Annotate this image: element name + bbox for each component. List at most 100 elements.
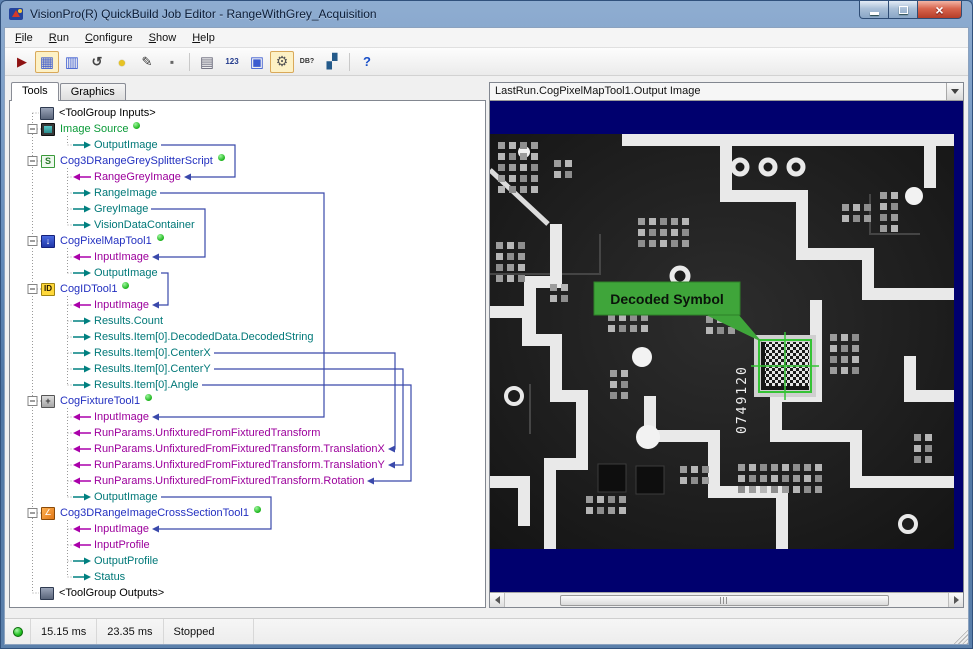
tree-item-toolgroup-outputs[interactable]: <ToolGroup Outputs>	[10, 585, 485, 601]
tree-item-label: CogIDTool1	[60, 283, 117, 295]
image-display[interactable]: 0749120 Decoded Symbol	[490, 101, 963, 592]
tree-item-inputprofile[interactable]: InputProfile	[10, 537, 485, 553]
tree-item-rangeimage[interactable]: RangeImage	[10, 185, 485, 201]
database-icon[interactable]	[295, 51, 319, 73]
run-time: 15.15 ms	[31, 619, 97, 644]
tree-item-labelwrap: CogPixelMapTool1	[60, 235, 164, 247]
tree-item-outputimage[interactable]: OutputImage	[10, 265, 485, 281]
tree-item-label: Results.Item[0].Angle	[94, 379, 199, 391]
chart-icon[interactable]	[320, 51, 344, 73]
tree-item-labelwrap: OutputImage	[94, 267, 158, 279]
dropdown-button[interactable]	[946, 83, 963, 100]
pen-icon[interactable]	[135, 51, 159, 73]
show-quickbuild-icon[interactable]	[35, 51, 59, 73]
tree-item-toolgroup-inputs[interactable]: <ToolGroup Inputs>	[10, 105, 485, 121]
tree-item-labelwrap: Results.Item[0].DecodedData.DecodedStrin…	[94, 331, 314, 343]
tree-item-runparams-unfixturedfromfixturedtransform[interactable]: RunParams.UnfixturedFromFixturedTransfor…	[10, 425, 485, 441]
step-icon[interactable]	[60, 51, 84, 73]
tree-item-label: InputImage	[94, 251, 149, 263]
tree-item-runparams-unfixturedfromfixturedtransform-translationy[interactable]: RunParams.UnfixturedFromFixturedTransfor…	[10, 457, 485, 473]
help-icon[interactable]	[355, 51, 379, 73]
tree-item-runparams-unfixturedfromfixturedtransform-rotation[interactable]: RunParams.UnfixturedFromFixturedTransfor…	[10, 473, 485, 489]
menu-bar: FileRunConfigureShowHelp	[5, 28, 968, 48]
reset-icon[interactable]	[85, 51, 109, 73]
tab-graphics[interactable]: Graphics	[60, 83, 126, 100]
tree-item-labelwrap: Results.Item[0].CenterY	[94, 363, 211, 375]
tree-item-image-source[interactable]: Image Source	[10, 121, 485, 137]
tree-item-labelwrap: <ToolGroup Inputs>	[59, 107, 156, 119]
image-source-label: LastRun.CogPixelMapTool1.Output Image	[490, 83, 946, 100]
minimize-icon	[870, 12, 879, 15]
tree-item-cogidtool1[interactable]: CogIDTool1	[10, 281, 485, 297]
symbol-text: 0749120	[735, 365, 750, 434]
tree-item-label: Cog3DRangeImageCrossSectionTool1	[60, 507, 249, 519]
tree-item-label: RunParams.UnfixturedFromFixturedTransfor…	[94, 459, 385, 471]
menu-file[interactable]: File	[7, 29, 41, 47]
menu-help[interactable]: Help	[184, 29, 223, 47]
tree-item-outputimage[interactable]: OutputImage	[10, 489, 485, 505]
tree-item-status[interactable]: Status	[10, 569, 485, 585]
stamp-icon[interactable]	[160, 51, 184, 73]
image-viewer-panel: LastRun.CogPixelMapTool1.Output Image	[489, 82, 964, 608]
maximize-button[interactable]	[889, 1, 917, 19]
tree-item-labelwrap: <ToolGroup Outputs>	[59, 587, 164, 599]
title-bar[interactable]: VisionPro(R) QuickBuild Job Editor - Ran…	[4, 1, 969, 27]
tree-item-label: CogPixelMapTool1	[60, 235, 152, 247]
scroll-left-button[interactable]	[490, 593, 505, 607]
horizontal-scrollbar[interactable]	[490, 592, 963, 607]
scrollbar-thumb[interactable]	[560, 595, 889, 606]
tree-item-inputimage[interactable]: InputImage	[10, 249, 485, 265]
tree-item-results-count[interactable]: Results.Count	[10, 313, 485, 329]
toolgroup-terminals-icon	[40, 107, 54, 120]
image-source-selector[interactable]: LastRun.CogPixelMapTool1.Output Image	[490, 83, 963, 101]
tree-item-cogfixturetool1[interactable]: CogFixtureTool1	[10, 393, 485, 409]
run-job-icon[interactable]	[10, 51, 34, 73]
tree-item-labelwrap: VisionDataContainer	[94, 219, 195, 231]
status-led-cell	[5, 619, 31, 644]
tree-item-greyimage[interactable]: GreyImage	[10, 201, 485, 217]
tree-item-rangegreyimage[interactable]: RangeGreyImage	[10, 169, 485, 185]
tree-item-inputimage[interactable]: InputImage	[10, 409, 485, 425]
menu-configure[interactable]: Configure	[77, 29, 141, 47]
tool-ran-indicator	[218, 154, 225, 161]
tree-item-labelwrap: Results.Item[0].Angle	[94, 379, 199, 391]
wrench-icon[interactable]	[270, 51, 294, 73]
run-state: Stopped	[164, 619, 254, 644]
edit-page-icon[interactable]	[195, 51, 219, 73]
tree-item-outputprofile[interactable]: OutputProfile	[10, 553, 485, 569]
numeric-icon[interactable]	[220, 51, 244, 73]
tree-item-results-item-0-centery[interactable]: Results.Item[0].CenterY	[10, 361, 485, 377]
tree-item-cog3drangeimagecrosssectiontool1[interactable]: Cog3DRangeImageCrossSectionTool1	[10, 505, 485, 521]
total-time: 23.35 ms	[97, 619, 163, 644]
crosssection-tool-icon	[41, 507, 55, 520]
tree-item-outputimage[interactable]: OutputImage	[10, 137, 485, 153]
tree-item-results-item-0-centerx[interactable]: Results.Item[0].CenterX	[10, 345, 485, 361]
tree-item-labelwrap: RunParams.UnfixturedFromFixturedTransfor…	[94, 443, 385, 455]
image-source-icon	[41, 123, 55, 136]
tree-item-results-item-0-angle[interactable]: Results.Item[0].Angle	[10, 377, 485, 393]
tree-item-label: RangeGreyImage	[94, 171, 181, 183]
tree-item-label: OutputImage	[94, 491, 158, 503]
pause-icon[interactable]	[110, 51, 134, 73]
tab-tools[interactable]: Tools	[11, 82, 59, 101]
tree-item-visiondatacontainer[interactable]: VisionDataContainer	[10, 217, 485, 233]
menu-show[interactable]: Show	[141, 29, 185, 47]
scroll-right-button[interactable]	[948, 593, 963, 607]
tree-item-inputimage[interactable]: InputImage	[10, 521, 485, 537]
tree-item-cogpixelmaptool1[interactable]: CogPixelMapTool1	[10, 233, 485, 249]
resize-grip[interactable]	[953, 629, 968, 644]
tree-item-cog3drangegreysplitterscript[interactable]: Cog3DRangeGreySplitterScript	[10, 153, 485, 169]
main-area: ToolsGraphics <ToolGroup Inputs> Image So…	[5, 76, 968, 618]
close-button[interactable]: ×	[917, 1, 962, 19]
tree-item-label: RunParams.UnfixturedFromFixturedTransfor…	[94, 443, 385, 455]
tree-item-runparams-unfixturedfromfixturedtransform-translationx[interactable]: RunParams.UnfixturedFromFixturedTransfor…	[10, 441, 485, 457]
minimize-button[interactable]	[859, 1, 889, 19]
tree-item-inputimage[interactable]: InputImage	[10, 297, 485, 313]
fixture-tool-icon	[41, 395, 55, 408]
tree-item-label: <ToolGroup Outputs>	[59, 587, 164, 599]
menu-run[interactable]: Run	[41, 29, 77, 47]
toolbar	[5, 48, 968, 76]
tree-item-labelwrap: RunParams.UnfixturedFromFixturedTransfor…	[94, 459, 385, 471]
tree-item-results-item-0-decodeddata-decodedstring[interactable]: Results.Item[0].DecodedData.DecodedStrin…	[10, 329, 485, 345]
window-icon[interactable]	[245, 51, 269, 73]
